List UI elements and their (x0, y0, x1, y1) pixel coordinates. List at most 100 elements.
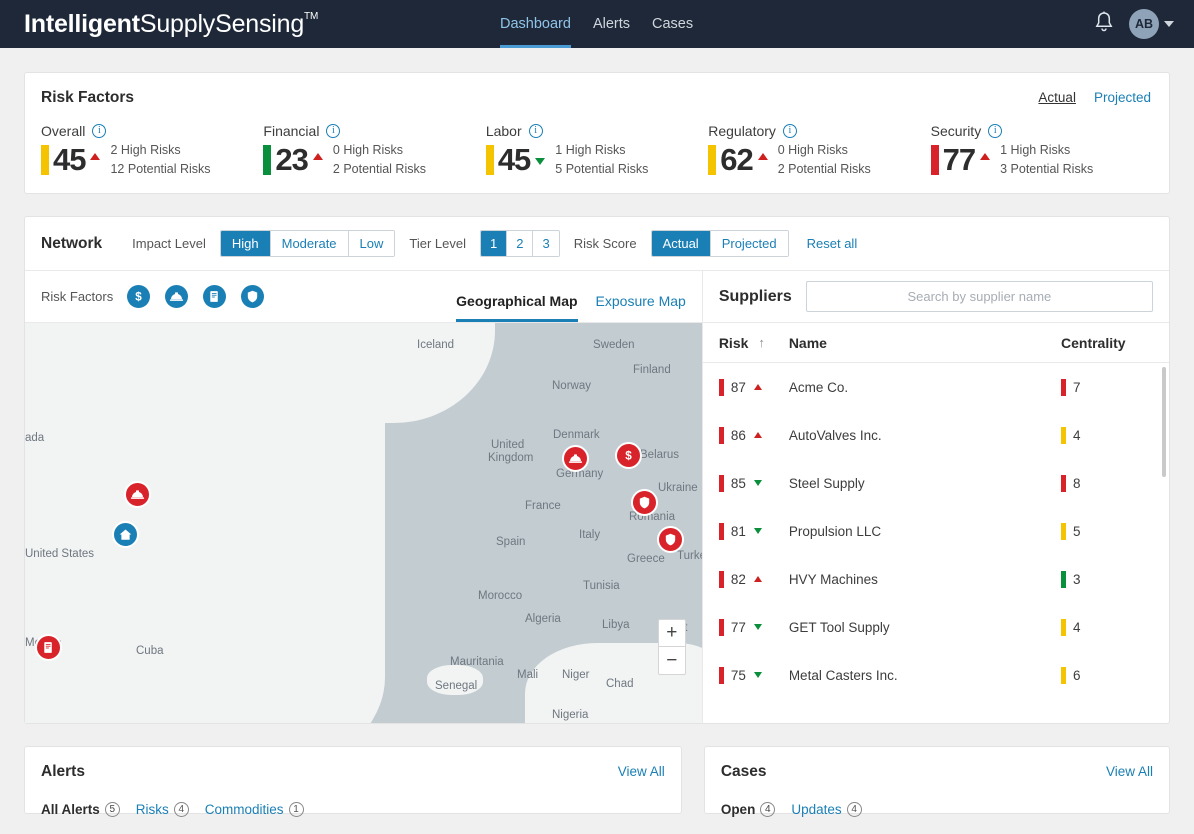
impact-option-moderate[interactable]: Moderate (270, 231, 349, 256)
map-country-label: Spain (496, 536, 526, 548)
badge-count: 5 (104, 802, 120, 817)
risk-factors-view-toggle: Actual Projected (1038, 90, 1151, 105)
tab-commodities[interactable]: Commodities 1 (205, 802, 304, 817)
suppliers-table-body[interactable]: 87 Acme Co. 7 86 AutoValves Inc. 4 85 St… (703, 363, 1169, 711)
map-view-tabs: Geographical Map Exposure Map (456, 293, 686, 322)
potential-risks-count: 2 Potential Risks (332, 162, 426, 176)
hardhat-icon[interactable] (165, 285, 189, 308)
tab-risks[interactable]: Risks 4 (136, 802, 189, 817)
map-pin-home[interactable] (112, 521, 139, 548)
column-header-centrality[interactable]: Centrality (1061, 335, 1153, 351)
map-zoom-out-button[interactable]: − (659, 647, 685, 674)
info-icon[interactable]: i (528, 124, 543, 138)
trend-up-icon (312, 152, 323, 160)
supplier-centrality-value: 3 (1073, 571, 1081, 587)
centrality-color-bar (1061, 666, 1066, 684)
risk-metric-financial[interactable]: Financial i 23 0 High Risks 2 Potential R… (263, 123, 485, 179)
toggle-actual[interactable]: Actual (1038, 90, 1076, 105)
map-pin-dollar[interactable]: $ (615, 442, 642, 469)
potential-risks-count: 2 Potential Risks (777, 162, 871, 176)
document-icon[interactable] (203, 285, 227, 308)
info-icon[interactable]: i (326, 124, 341, 138)
risk-level-bar (930, 145, 939, 175)
column-header-name[interactable]: Name (789, 335, 1061, 351)
scrollbar-thumb[interactable] (1162, 367, 1166, 477)
map-pin-document[interactable] (35, 634, 62, 661)
dollar-icon[interactable]: $ (127, 285, 151, 308)
user-menu[interactable]: AB (1129, 9, 1174, 39)
bottom-panels: Alerts View All All Alerts 5 Risks 4 Com… (24, 746, 1170, 817)
tier-option-2[interactable]: 2 (507, 231, 534, 256)
map-pin-shield[interactable] (657, 526, 684, 553)
map-pin-hardhat[interactable] (124, 481, 151, 508)
risk-score-value: 62 (720, 142, 753, 177)
bell-icon[interactable] (1093, 10, 1115, 39)
map-column: Risk Factors $ Geographical Map Exposure… (25, 271, 703, 723)
trend-up-icon (753, 576, 762, 582)
tab-all-alerts[interactable]: All Alerts 5 (41, 802, 120, 817)
potential-risks-count: 12 Potential Risks (110, 162, 211, 176)
table-row[interactable]: 81 Propulsion LLC 5 (703, 507, 1169, 555)
nav-link-cases[interactable]: Cases (652, 0, 693, 48)
high-risks-count: 2 High Risks (110, 143, 181, 157)
risk-score-segmented-control: Actual Projected (650, 230, 789, 257)
nav-right-controls: AB (1093, 0, 1174, 48)
risk-metric-security[interactable]: Security i 77 1 High Risks 3 Potential Ri… (930, 123, 1153, 179)
tier-option-1[interactable]: 1 (481, 231, 508, 256)
suppliers-scrollbar[interactable] (1162, 367, 1166, 707)
table-row[interactable]: 77 GET Tool Supply 4 (703, 603, 1169, 651)
cases-title: Cases (720, 763, 767, 780)
tab-label: All Alerts (41, 802, 100, 817)
network-title: Network (41, 234, 103, 252)
suppliers-column: Suppliers Risk ↑ Name Centrality 87 Acme… (702, 271, 1169, 723)
reset-all-button[interactable]: Reset all (807, 236, 858, 251)
table-row[interactable]: 82 HVY Machines 3 (703, 555, 1169, 603)
map-zoom-in-button[interactable]: + (658, 620, 685, 647)
supplier-centrality-value: 4 (1073, 619, 1081, 635)
search-input[interactable] (805, 281, 1153, 312)
brand-name-secondary: SupplySensing (139, 9, 305, 38)
map-pin-hardhat[interactable] (562, 445, 589, 472)
supplier-centrality-value: 6 (1073, 667, 1081, 683)
table-row[interactable]: 85 Steel Supply 8 (703, 459, 1169, 507)
tab-open-cases[interactable]: Open 4 (721, 802, 776, 817)
cases-view-all-link[interactable]: View All (1106, 764, 1153, 779)
tab-case-updates[interactable]: Updates 4 (791, 802, 862, 817)
risk-color-bar (718, 426, 724, 444)
tab-exposure-map[interactable]: Exposure Map (596, 293, 686, 322)
alerts-view-all-link[interactable]: View All (618, 764, 665, 779)
risk-score-option-actual[interactable]: Actual (651, 231, 711, 256)
info-icon[interactable]: i (782, 124, 797, 138)
supplier-centrality-value: 4 (1073, 427, 1081, 443)
table-row[interactable]: 75 Metal Casters Inc. 6 (703, 651, 1169, 699)
shield-icon[interactable] (241, 285, 265, 308)
centrality-color-bar (1061, 618, 1066, 636)
nav-link-alerts[interactable]: Alerts (593, 0, 630, 48)
geographical-map[interactable]: NorthAtlanticOcean Iceland Sweden Finlan… (25, 323, 702, 723)
risk-metric-labor[interactable]: Labor i 45 1 High Risks 5 Potential Risks (485, 123, 708, 179)
impact-level-label: Impact Level (132, 236, 206, 251)
info-icon[interactable]: i (988, 124, 1003, 138)
risk-metric-regulatory[interactable]: Regulatory i 62 0 High Risks 2 Potential … (708, 123, 930, 179)
risk-level-bar (263, 145, 272, 175)
nav-link-dashboard[interactable]: Dashboard (500, 0, 571, 48)
impact-option-low[interactable]: Low (348, 231, 395, 256)
app-logo[interactable]: Intelligent SupplySensing TM (24, 10, 318, 39)
table-row[interactable]: 86 AutoValves Inc. 4 (703, 411, 1169, 459)
supplier-centrality-value: 7 (1073, 379, 1081, 395)
high-risks-count: 1 High Risks (1000, 143, 1071, 157)
map-country-label: Nigeria (552, 709, 589, 721)
table-row[interactable]: 87 Acme Co. 7 (703, 363, 1169, 411)
map-pin-shield[interactable] (631, 489, 658, 516)
risk-score-option-projected[interactable]: Projected (710, 231, 788, 256)
map-country-label: Cuba (136, 645, 164, 657)
info-icon[interactable]: i (92, 124, 107, 138)
tier-option-3[interactable]: 3 (533, 231, 559, 256)
toggle-projected[interactable]: Projected (1094, 90, 1151, 105)
impact-option-high[interactable]: High (220, 231, 271, 256)
column-header-risk[interactable]: Risk ↑ (719, 335, 789, 351)
tab-geographical-map[interactable]: Geographical Map (456, 293, 578, 322)
map-country-label: United States (25, 548, 95, 560)
table-row[interactable]: 75 Advance Motion 3 (703, 699, 1169, 711)
risk-metric-overall[interactable]: Overall i 45 2 High Risks 12 Potential Ri… (41, 123, 263, 179)
